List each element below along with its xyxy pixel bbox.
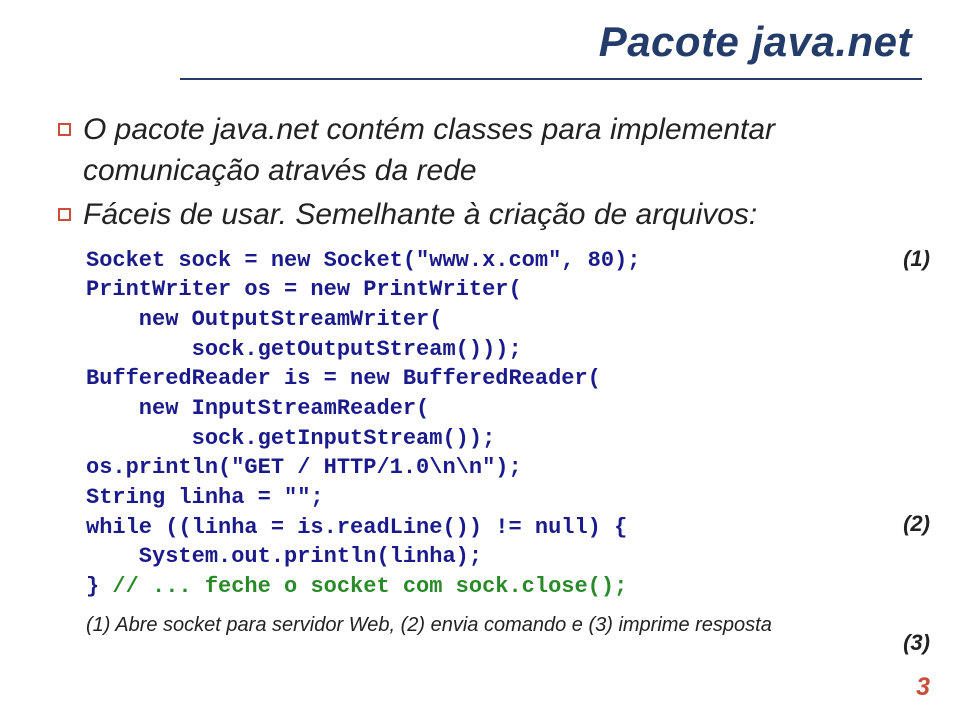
code-block: Socket sock = new Socket("www.x.com", 80… (86, 246, 912, 602)
code-block-wrap: Socket sock = new Socket("www.x.com", 80… (86, 246, 912, 602)
footnote-line: (1) Abre socket para servidor Web, (2) e… (86, 614, 912, 637)
code-line: PrintWriter os = new PrintWriter( (86, 277, 522, 302)
code-line: new InputStreamReader( (86, 396, 429, 421)
page-title: Pacote java.net (0, 18, 912, 66)
code-line: String linha = ""; (86, 485, 324, 510)
title-rule (180, 78, 922, 80)
content: O pacote java.net contém classes para im… (58, 110, 912, 637)
code-line: os.println("GET / HTTP/1.0\n\n"); (86, 455, 522, 480)
annotation-1: (1) (903, 246, 930, 272)
bullet-square-icon (58, 208, 71, 221)
page-number: 3 (916, 673, 930, 702)
title-area: Pacote java.net (0, 18, 922, 66)
bullet-item: O pacote java.net contém classes para im… (58, 110, 912, 191)
annotation-3: (3) (903, 630, 930, 656)
bullet-text: O pacote java.net contém classes para im… (83, 110, 912, 191)
code-line: } (86, 574, 112, 599)
code-line: BufferedReader is = new BufferedReader( (86, 366, 601, 391)
bullet-square-icon (58, 123, 71, 136)
code-line: System.out.println(linha); (86, 544, 482, 569)
code-line: Socket sock = new Socket("www.x.com", 80… (86, 248, 641, 273)
bullet-text: Fáceis de usar. Semelhante à criação de … (83, 195, 912, 236)
code-line: while ((linha = is.readLine()) != null) … (86, 515, 627, 540)
annotation-2: (2) (903, 511, 930, 537)
code-comment: // ... feche o socket com sock.close(); (112, 574, 627, 599)
bullet-item: Fáceis de usar. Semelhante à criação de … (58, 195, 912, 236)
code-line: sock.getInputStream()); (86, 426, 495, 451)
slide: Pacote java.net O pacote java.net contém… (0, 0, 960, 720)
code-line: sock.getOutputStream())); (86, 337, 522, 362)
code-line: new OutputStreamWriter( (86, 307, 442, 332)
